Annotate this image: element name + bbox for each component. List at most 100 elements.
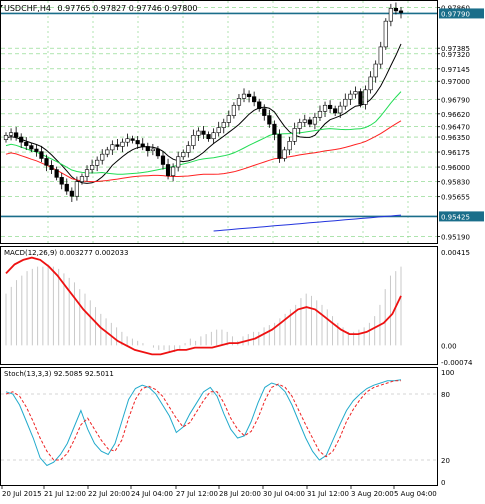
candle-body <box>246 93 252 97</box>
candle-body <box>393 7 399 12</box>
candle-body <box>59 177 64 185</box>
price-axis: 0.978600.977900.973850.973200.971450.970… <box>437 4 484 242</box>
stoch-tick-label: 20 <box>441 457 450 465</box>
candle-body <box>343 98 348 107</box>
candle-body <box>110 144 115 151</box>
candle-body <box>262 108 267 116</box>
candle-body <box>44 158 49 166</box>
time-tick-label: 30 Jul 04:00 <box>263 490 305 498</box>
candle[interactable] <box>277 129 282 163</box>
price-tick-label: 0.96000 <box>441 164 470 172</box>
candle-body <box>201 130 206 135</box>
candle-body <box>368 76 373 91</box>
candle-body <box>287 141 292 151</box>
candle-body <box>79 176 85 182</box>
macd-panel <box>0 246 438 365</box>
candle-body <box>297 122 302 129</box>
price-tick-label: 0.97790 <box>441 10 470 18</box>
candle-body <box>171 166 176 176</box>
candle-body <box>74 181 79 197</box>
candle-body <box>338 105 343 114</box>
candle-body <box>348 93 353 100</box>
symbol-label: USDCHF,H4 0.97765 0.97827 0.97746 0.9780… <box>4 4 197 13</box>
candle-body <box>115 144 120 147</box>
candle-body <box>358 91 363 105</box>
price-tick-label: 0.96350 <box>441 134 470 142</box>
time-tick-label: 5 Aug 04:00 <box>394 490 437 498</box>
candle-body <box>24 141 29 146</box>
candle-body <box>69 190 74 197</box>
candle-body <box>130 138 135 141</box>
candle-body <box>221 122 226 128</box>
candle-body <box>19 136 24 143</box>
time-tick-label: 27 Jul 12:00 <box>176 490 218 498</box>
candle-body <box>145 146 150 152</box>
price-tick-label: 0.96175 <box>441 149 470 157</box>
chart-canvas[interactable]: 0.978600.977900.973850.973200.971450.970… <box>0 0 485 500</box>
candle-body <box>14 132 19 138</box>
time-tick-label: 22 Jul 20:00 <box>88 490 130 498</box>
candle-body <box>257 101 262 109</box>
candle-body <box>312 116 318 125</box>
price-tick-label: 0.96620 <box>441 111 470 119</box>
stoch-label: Stoch(13,3,3) 92.5085 92.5011 <box>4 370 114 378</box>
candle-body <box>3 135 9 140</box>
price-tick-label: 0.96790 <box>441 96 470 104</box>
candle-body <box>125 138 130 143</box>
stoch-axis: 100 80 20 0 <box>441 369 454 487</box>
candle-body <box>155 148 161 157</box>
candle-body <box>317 110 323 118</box>
time-tick-label: 3 Aug 20:00 <box>351 490 394 498</box>
candle-body <box>95 159 100 166</box>
candle[interactable] <box>358 88 363 108</box>
candle-body <box>333 108 338 114</box>
candle-body <box>292 128 297 142</box>
price-tick-label: 0.95425 <box>441 213 470 221</box>
symbol-text: USDCHF,H4 <box>4 4 51 13</box>
candle-body <box>328 104 333 109</box>
macd-tick-label: -0.00074 <box>441 359 473 367</box>
price-tick-label: 0.95190 <box>441 234 470 242</box>
candle-body <box>373 63 378 78</box>
candle-body <box>282 149 287 159</box>
chart-window[interactable]: 0.97860 0.97790 0.97385 0.97320 0.97145 0.970… <box>0 0 485 500</box>
candle-body <box>241 93 247 99</box>
candle-body <box>267 115 272 125</box>
candle-body <box>322 104 328 112</box>
price-tick-label: 0.97320 <box>441 51 470 59</box>
candle-body <box>216 127 221 134</box>
candle-body <box>211 132 216 140</box>
candle-body <box>8 132 14 136</box>
ohlc-text: 0.97765 0.97827 0.97746 0.97800 <box>58 4 198 13</box>
candle-body <box>363 89 368 105</box>
candle-body <box>252 96 257 103</box>
candle-body <box>84 169 90 177</box>
candle-body <box>49 165 54 170</box>
candle-body <box>105 149 110 155</box>
stoch-panel <box>0 367 438 486</box>
candle-body <box>160 155 166 165</box>
time-tick-label: 31 Jul 12:00 <box>307 490 349 498</box>
candle-body <box>272 123 277 135</box>
candle-body <box>307 119 312 125</box>
candle-body <box>29 145 34 150</box>
price-tick-label: 0.95830 <box>441 179 470 187</box>
candle-body <box>383 20 388 48</box>
macd-tick-label: 0.00415 <box>441 249 470 257</box>
candle-body <box>181 152 186 158</box>
candle[interactable] <box>383 18 388 50</box>
price-tick-label: 0.96470 <box>441 124 470 132</box>
candle-body <box>176 156 181 168</box>
candle-body <box>196 130 201 136</box>
candle-body <box>398 10 404 13</box>
stoch-tick-label: 80 <box>441 391 450 399</box>
candle-body <box>150 148 155 152</box>
candle-body <box>165 164 171 176</box>
macd-tick-label: 0.00 <box>441 342 457 350</box>
candle-body <box>236 98 242 106</box>
price-tick-label: 0.95655 <box>441 194 470 202</box>
candle-body <box>54 169 59 178</box>
candle-body <box>186 145 191 153</box>
candle-body <box>277 134 282 159</box>
time-tick-label: 21 Jul 12:00 <box>44 490 86 498</box>
